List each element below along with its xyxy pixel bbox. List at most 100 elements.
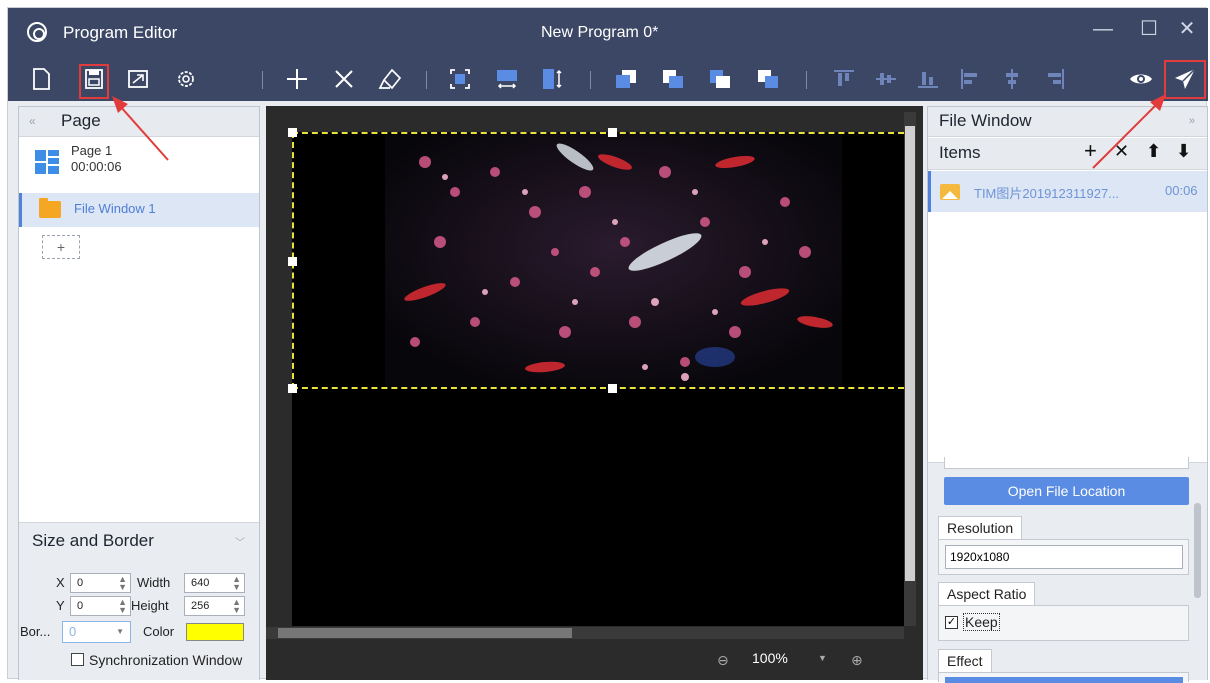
media-item-name: TIM图片201912311927... bbox=[974, 186, 1120, 201]
toolbar bbox=[8, 58, 1208, 101]
title-bar: Program Editor New Program 0* — ☐ ✕ bbox=[8, 8, 1208, 58]
page-name: Page 1 bbox=[71, 143, 113, 158]
image-file-icon bbox=[940, 184, 960, 200]
y-label: Y bbox=[56, 598, 65, 613]
selection-bar bbox=[19, 193, 22, 227]
add-item-icon[interactable]: + bbox=[1084, 138, 1097, 164]
save-highlight-box bbox=[79, 64, 109, 99]
fullscreen-icon[interactable] bbox=[123, 64, 153, 94]
zoom-out-icon[interactable]: ⊖ bbox=[717, 652, 729, 669]
page-list-item[interactable]: Page 1 00:00:06 bbox=[19, 141, 259, 191]
border-color-swatch[interactable] bbox=[186, 623, 244, 641]
send-highlight-box bbox=[1164, 60, 1206, 99]
toolbar-separator bbox=[590, 71, 591, 89]
stretch-vertical-icon[interactable] bbox=[538, 64, 568, 94]
border-select[interactable]: 0 ▼ bbox=[62, 621, 131, 643]
expand-panel-icon[interactable]: » bbox=[1189, 115, 1195, 127]
file-window-header: File Window » bbox=[928, 107, 1207, 137]
align-right-icon[interactable] bbox=[1040, 64, 1070, 94]
page-duration: 00:00:06 bbox=[71, 159, 122, 174]
chevron-down-icon: ﹀ bbox=[235, 538, 245, 549]
file-window-item[interactable]: File Window 1 bbox=[19, 193, 259, 227]
fit-icon[interactable] bbox=[445, 64, 475, 94]
align-left-icon[interactable] bbox=[955, 64, 985, 94]
height-input[interactable]: 256 ▲ ▼ bbox=[184, 596, 245, 616]
add-page-button[interactable]: + bbox=[42, 235, 80, 259]
layer-backward-icon[interactable] bbox=[705, 64, 735, 94]
page-panel: « Page Page 1 00:00:06 File Window 1 + S… bbox=[18, 106, 260, 680]
resize-handle[interactable] bbox=[288, 257, 297, 266]
size-border-header[interactable]: Size and Border ﹀ bbox=[19, 522, 259, 558]
clear-icon[interactable] bbox=[375, 64, 405, 94]
minimize-button[interactable]: — bbox=[1086, 14, 1120, 44]
file-path-field[interactable] bbox=[944, 457, 1189, 469]
zoom-bar: ⊖ 100% ▼ ⊕ bbox=[266, 640, 923, 680]
zoom-dropdown-icon[interactable]: ▼ bbox=[818, 653, 827, 663]
resolution-tab: Resolution bbox=[938, 516, 1023, 540]
horizontal-scrollbar[interactable] bbox=[266, 627, 904, 639]
aspect-ratio-box: ✓ Keep bbox=[938, 605, 1189, 641]
size-border-title: Size and Border bbox=[32, 531, 154, 550]
align-center-icon[interactable] bbox=[997, 64, 1027, 94]
keep-label: Keep bbox=[963, 613, 1000, 631]
canvas-area: ⊖ 100% ▼ ⊕ bbox=[266, 106, 923, 680]
resolution-input[interactable]: 1920x1080 bbox=[945, 545, 1183, 569]
effect-tab: Effect bbox=[938, 649, 992, 673]
open-file-location-button[interactable]: Open File Location bbox=[944, 477, 1189, 505]
media-item-duration: 00:06 bbox=[1165, 183, 1198, 198]
layer-forward-icon[interactable] bbox=[658, 64, 688, 94]
effect-select[interactable] bbox=[945, 677, 1183, 683]
scroll-thumb[interactable] bbox=[278, 628, 572, 638]
collapse-panel-icon[interactable]: « bbox=[29, 114, 36, 128]
program-canvas[interactable] bbox=[288, 128, 904, 626]
maximize-button[interactable]: ☐ bbox=[1132, 14, 1166, 44]
resize-handle[interactable] bbox=[288, 384, 297, 393]
properties-scrollbar[interactable] bbox=[1194, 503, 1201, 598]
layer-front-icon[interactable] bbox=[611, 64, 641, 94]
resize-handle[interactable] bbox=[608, 128, 617, 137]
layer-back-icon[interactable] bbox=[753, 64, 783, 94]
color-label: Color bbox=[143, 624, 175, 639]
toolbar-separator bbox=[262, 71, 263, 89]
resolution-box: 1920x1080 bbox=[938, 539, 1189, 575]
y-input[interactable]: 0 ▲ ▼ bbox=[70, 596, 131, 616]
align-bottom-icon[interactable] bbox=[913, 64, 943, 94]
scroll-thumb[interactable] bbox=[905, 126, 915, 581]
keep-checkbox[interactable]: ✓ bbox=[945, 616, 958, 629]
document-title: New Program 0* bbox=[541, 24, 659, 41]
resize-handle[interactable] bbox=[288, 128, 297, 137]
delete-icon[interactable] bbox=[329, 64, 359, 94]
add-icon[interactable] bbox=[282, 64, 312, 94]
x-input[interactable]: 0 ▲ ▼ bbox=[70, 573, 131, 593]
border-label: Bor... bbox=[20, 624, 51, 639]
zoom-in-icon[interactable]: ⊕ bbox=[851, 652, 863, 669]
new-file-icon[interactable] bbox=[26, 64, 56, 94]
align-middle-icon[interactable] bbox=[871, 64, 901, 94]
aspect-ratio-tab: Aspect Ratio bbox=[938, 582, 1036, 606]
align-top-icon[interactable] bbox=[829, 64, 859, 94]
program-editor-window: Program Editor New Program 0* — ☐ ✕ « Pa… bbox=[7, 7, 1208, 683]
toolbar-separator bbox=[426, 71, 427, 89]
toolbar-separator bbox=[806, 71, 807, 89]
media-item[interactable]: TIM图片201912311927... 00:06 bbox=[928, 171, 1207, 212]
sync-window-checkbox[interactable] bbox=[71, 653, 84, 666]
resize-handle[interactable] bbox=[608, 384, 617, 393]
folder-icon bbox=[39, 198, 61, 218]
items-title: Items bbox=[939, 143, 981, 162]
app-logo-icon bbox=[27, 22, 47, 42]
stretch-horizontal-icon[interactable] bbox=[492, 64, 522, 94]
move-up-icon[interactable]: ⬆ bbox=[1146, 141, 1161, 162]
zoom-level[interactable]: 100% bbox=[752, 650, 788, 666]
selection-rectangle[interactable] bbox=[292, 132, 904, 389]
move-down-icon[interactable]: ⬇ bbox=[1176, 141, 1191, 162]
file-window-label: File Window 1 bbox=[74, 201, 156, 216]
vertical-scrollbar[interactable] bbox=[904, 112, 916, 626]
page-panel-title: Page bbox=[61, 111, 101, 130]
close-button[interactable]: ✕ bbox=[1170, 14, 1204, 44]
settings-icon[interactable] bbox=[171, 64, 201, 94]
delete-item-icon[interactable]: ✕ bbox=[1114, 141, 1129, 162]
page-thumbnail-icon bbox=[35, 150, 59, 174]
width-input[interactable]: 640 ▲ ▼ bbox=[184, 573, 245, 593]
preview-icon[interactable] bbox=[1126, 64, 1156, 94]
sync-window-label: Synchronization Window bbox=[89, 652, 243, 668]
